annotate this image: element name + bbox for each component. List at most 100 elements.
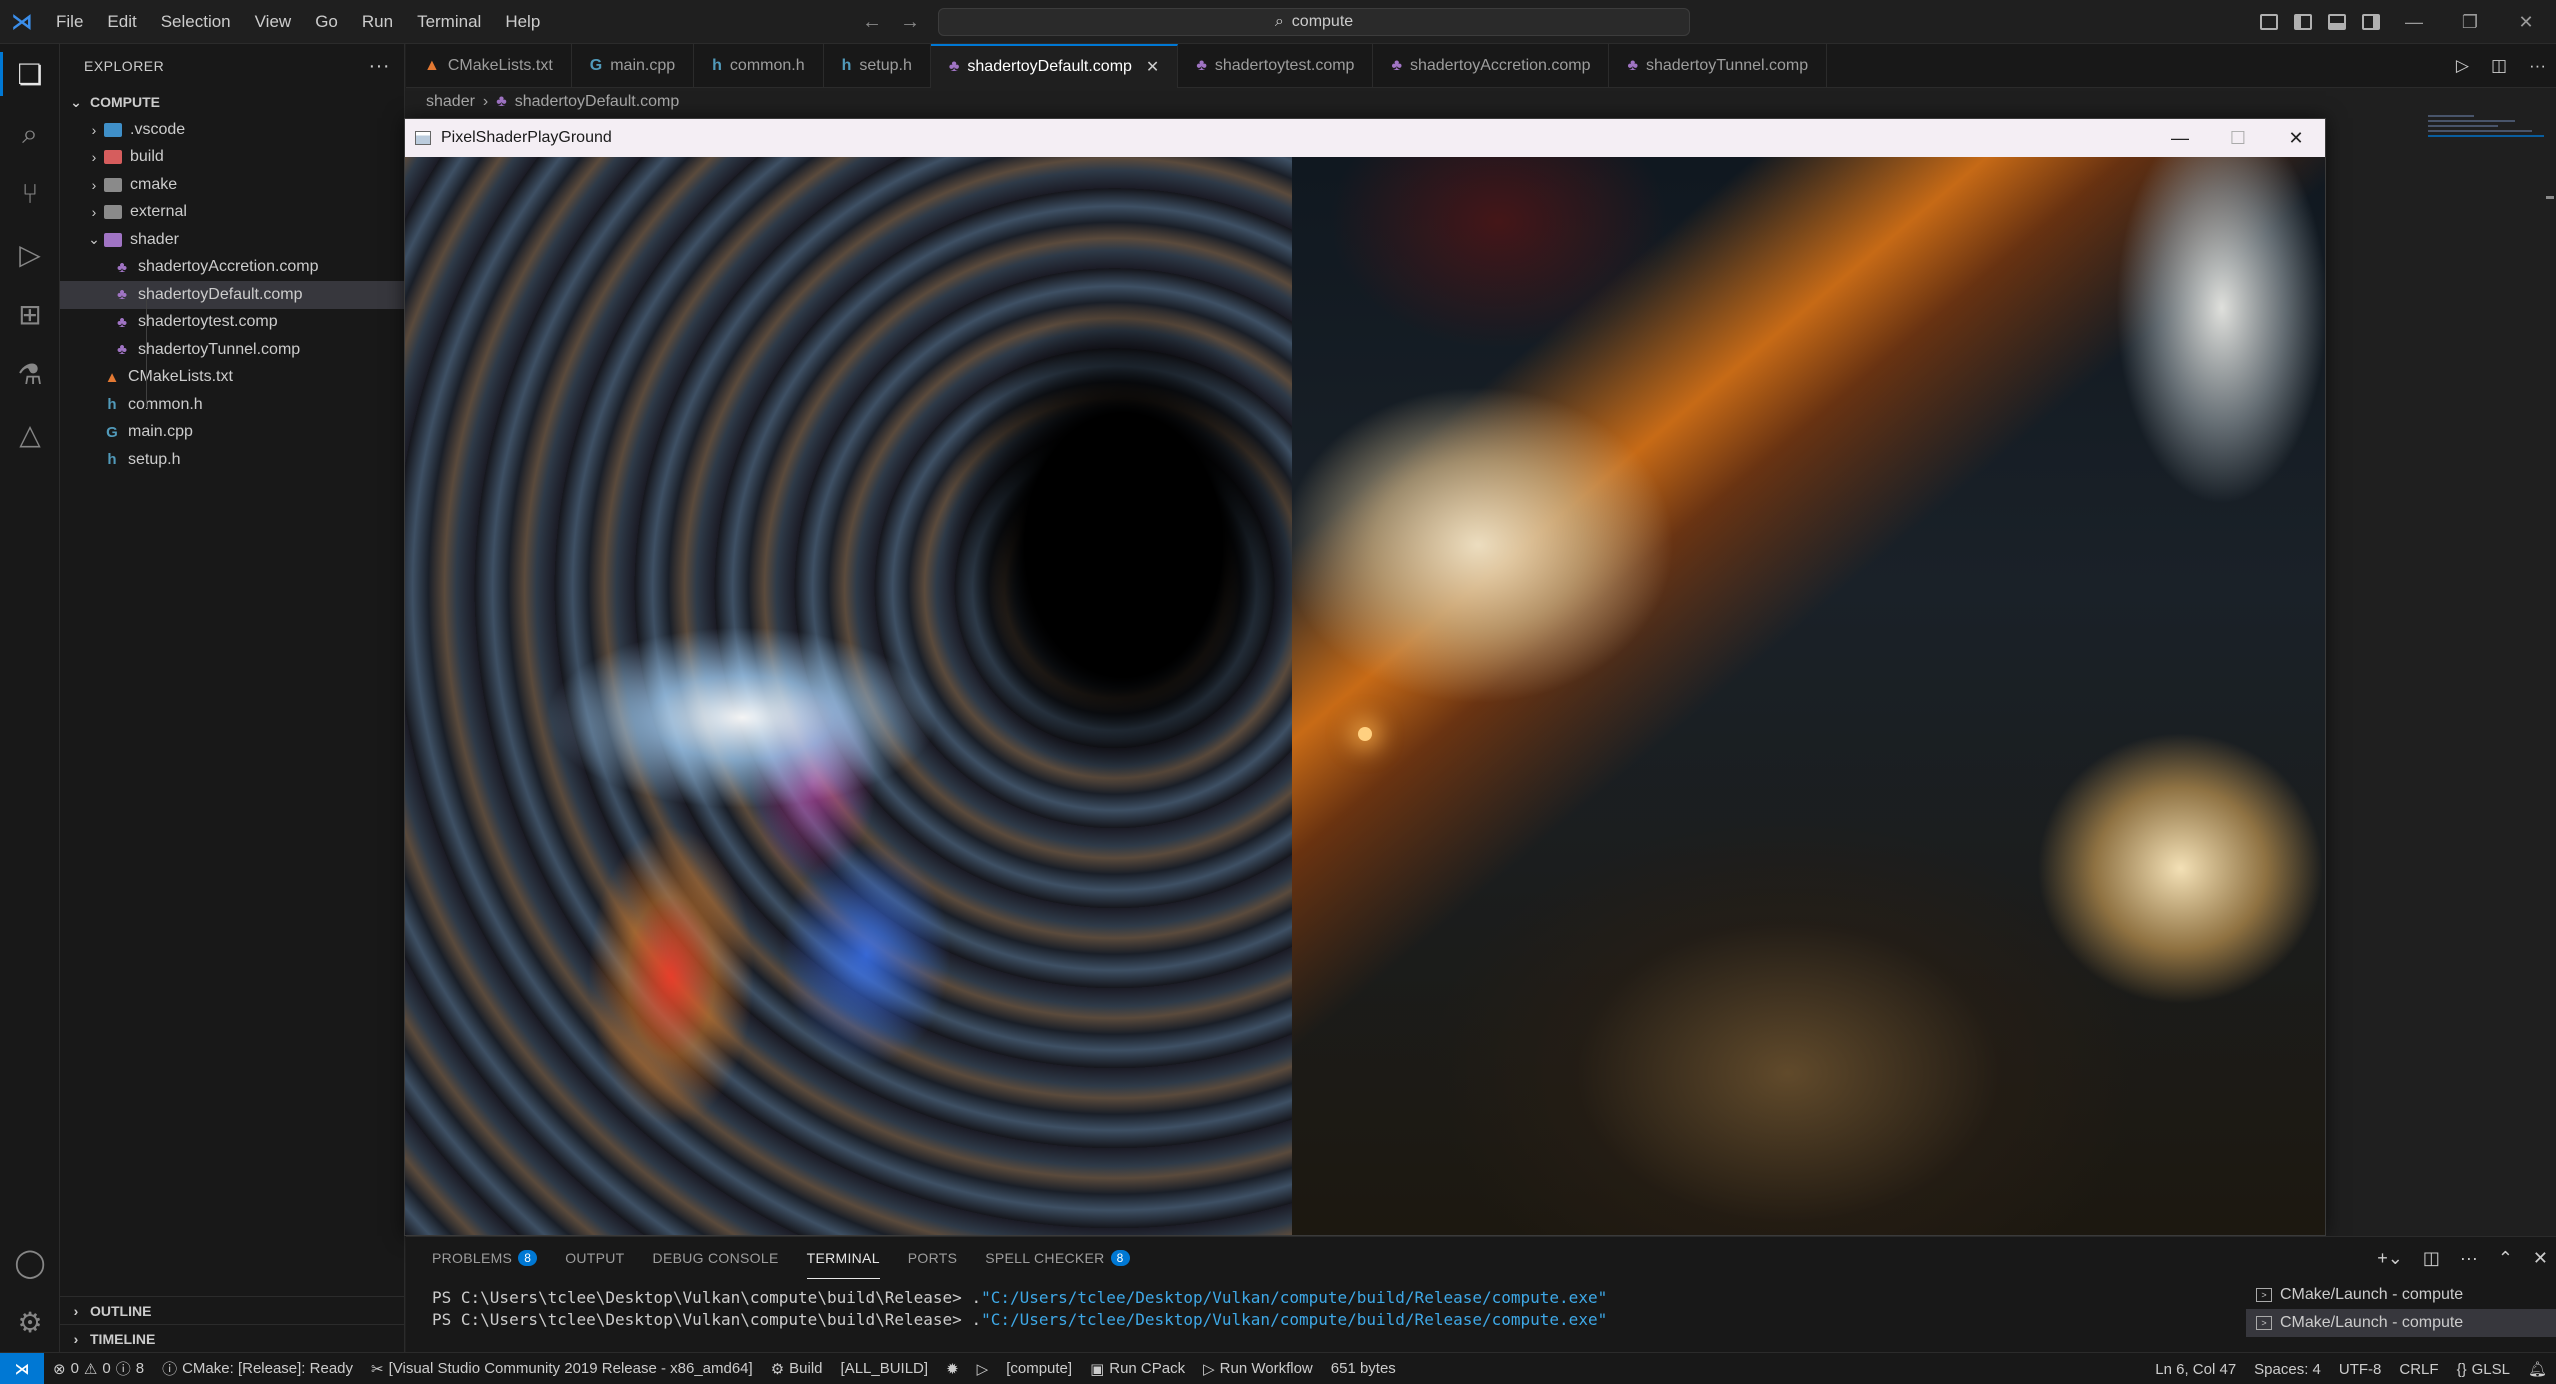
folder-shader[interactable]: ⌄ shader [60,226,404,254]
menu-view[interactable]: View [243,0,304,44]
folder-label: build [130,148,164,166]
indentation[interactable]: Spaces: 4 [2245,1361,2330,1378]
close-icon[interactable]: ✕ [2267,119,2325,157]
tab-ports[interactable]: PORTS [908,1237,957,1279]
close-icon[interactable]: ✕ [1146,57,1159,77]
command-center-search[interactable]: ⌕ compute [938,8,1690,36]
split-editor-icon[interactable]: ◫ [2491,56,2507,76]
folder-external[interactable]: › external [60,199,404,227]
toggle-primary-sidebar-icon[interactable] [2294,14,2312,30]
file-common-h[interactable]: h common.h [60,391,404,419]
tab-setup-h[interactable]: h setup.h [824,44,931,88]
folder-vscode[interactable]: › .vscode [60,116,404,144]
window-controls: — ❐ ✕ [2386,0,2554,44]
navigation-arrows: ← → [862,0,920,44]
menu-run[interactable]: Run [350,0,405,44]
editor-tab-bar: ▲ CMakeLists.txt G main.cpp h common.h h… [406,44,2556,88]
tab-shadertoy-accretion[interactable]: ♣ shadertoyAccretion.comp [1373,44,1610,88]
pixel-shader-window[interactable]: PixelShaderPlayGround — ☐ ✕ [404,118,2326,1236]
remote-indicator-icon[interactable]: ⋊ [0,1352,44,1384]
menu-edit[interactable]: Edit [95,0,148,44]
testing-icon[interactable]: ⚗ [0,344,60,404]
launch-button[interactable]: ▷ [968,1360,998,1378]
close-window-icon[interactable]: ✕ [2498,12,2554,33]
toggle-panel-icon[interactable] [2328,14,2346,30]
explorer-icon[interactable]: ❏ [0,44,60,104]
cursor-position[interactable]: Ln 6, Col 47 [2146,1361,2245,1378]
toggle-secondary-sidebar-icon[interactable] [2362,14,2380,30]
tab-terminal[interactable]: TERMINAL [806,1237,880,1279]
tab-shadertoy-test[interactable]: ♣ shadertoytest.comp [1178,44,1374,88]
forward-arrow-icon[interactable]: → [900,11,920,34]
file-shadertoy-tunnel[interactable]: ♣ shadertoyTunnel.comp [60,336,404,364]
search-icon[interactable]: ⌕ [0,104,60,164]
launch-target[interactable]: [compute] [997,1360,1081,1377]
new-terminal-icon[interactable]: +⌄ [2377,1248,2403,1269]
file-shadertoy-default[interactable]: ♣ shadertoyDefault.comp [60,281,404,309]
terminal-output[interactable]: PS C:\Users\tclee\Desktop\Vulkan\compute… [432,1287,2212,1331]
split-terminal-icon[interactable]: ◫ [2423,1248,2440,1269]
menu-help[interactable]: Help [493,0,552,44]
cmake-kit[interactable]: ✂ [Visual Studio Community 2019 Release … [362,1360,762,1378]
tab-common-h[interactable]: h common.h [694,44,824,88]
terminal-instance[interactable]: > CMake/Launch - compute [2246,1309,2556,1337]
tab-spell-checker[interactable]: SPELL CHECKER 8 [985,1237,1130,1279]
folder-cmake[interactable]: › cmake [60,171,404,199]
tab-problems[interactable]: PROBLEMS 8 [432,1237,538,1279]
notifications-button[interactable]: 🔔︎ [2519,1360,2556,1378]
source-control-icon[interactable]: ⑂ [0,164,60,224]
maximize-icon[interactable]: ☐ [2209,119,2267,157]
minimize-icon[interactable]: — [2151,119,2209,157]
cmake-status[interactable]: ⓘ CMake: [Release]: Ready [153,1358,362,1379]
run-cpack-button[interactable]: ▣ Run CPack [1081,1360,1194,1378]
breadcrumb-file[interactable]: shadertoyDefault.comp [515,93,680,111]
language-mode[interactable]: {} GLSL [2448,1361,2519,1378]
debug-button[interactable]: ✹ [937,1360,968,1378]
build-target[interactable]: [ALL_BUILD] [832,1360,938,1377]
file-cmakelists[interactable]: ▲ CMakeLists.txt [60,364,404,392]
gear-icon[interactable]: ⚙ [0,1292,60,1352]
folder-build[interactable]: › build [60,144,404,172]
menu-terminal[interactable]: Terminal [405,0,493,44]
more-actions-icon[interactable]: ··· [2460,1248,2478,1269]
file-setup-h[interactable]: h setup.h [60,446,404,474]
tab-shadertoy-default[interactable]: ♣ shadertoyDefault.comp ✕ [930,44,1179,88]
more-actions-icon[interactable]: ··· [369,55,390,78]
menu-selection[interactable]: Selection [149,0,243,44]
file-shadertoy-test[interactable]: ♣ shadertoytest.comp [60,309,404,337]
run-workflow-button[interactable]: ▷ Run Workflow [1194,1360,1322,1378]
run-icon[interactable]: ▷ [2456,56,2469,76]
outline-section[interactable]: › OUTLINE [60,1296,405,1324]
tab-main-cpp[interactable]: G main.cpp [572,44,695,88]
run-debug-icon[interactable]: ▷ [0,224,60,284]
maximize-panel-icon[interactable]: ⌃ [2498,1248,2513,1269]
extensions-icon[interactable]: ⊞ [0,284,60,344]
app-title-bar[interactable]: PixelShaderPlayGround — ☐ ✕ [405,119,2325,157]
terminal-instance[interactable]: > CMake/Launch - compute [2246,1281,2556,1309]
close-panel-icon[interactable]: ✕ [2533,1248,2548,1269]
back-arrow-icon[interactable]: ← [862,11,882,34]
minimap[interactable] [2428,112,2544,158]
workspace-root[interactable]: ⌄ COMPUTE [60,88,404,116]
tab-debug-console[interactable]: DEBUG CONSOLE [653,1237,779,1279]
customize-layout-icon[interactable] [2260,14,2278,30]
file-main-cpp[interactable]: G main.cpp [60,419,404,447]
more-actions-icon[interactable]: ··· [2529,56,2546,76]
build-button[interactable]: ⚙ Build [762,1360,832,1378]
line-ending[interactable]: CRLF [2390,1361,2447,1378]
tab-output[interactable]: OUTPUT [565,1237,624,1279]
problems-status[interactable]: ⊗ 0 ⚠ 0 ⓘ 8 [44,1358,153,1379]
breadcrumb-folder[interactable]: shader [426,93,475,111]
accounts-icon[interactable]: ◯ [0,1232,60,1292]
restore-icon[interactable]: ❐ [2442,12,2498,33]
minimize-icon[interactable]: — [2386,12,2442,33]
tab-shadertoy-tunnel[interactable]: ♣ shadertoyTunnel.comp [1609,44,1828,88]
file-shadertoy-accretion[interactable]: ♣ shadertoyAccretion.comp [60,254,404,282]
menu-file[interactable]: File [44,0,95,44]
cmake-icon[interactable]: △ [0,404,60,464]
status-bar-right: Ln 6, Col 47 Spaces: 4 UTF-8 CRLF {} GLS… [2146,1353,2556,1384]
timeline-section[interactable]: › TIMELINE [60,1324,405,1352]
tab-cmakelists[interactable]: ▲ CMakeLists.txt [406,44,572,88]
menu-go[interactable]: Go [303,0,350,44]
encoding[interactable]: UTF-8 [2330,1361,2391,1378]
